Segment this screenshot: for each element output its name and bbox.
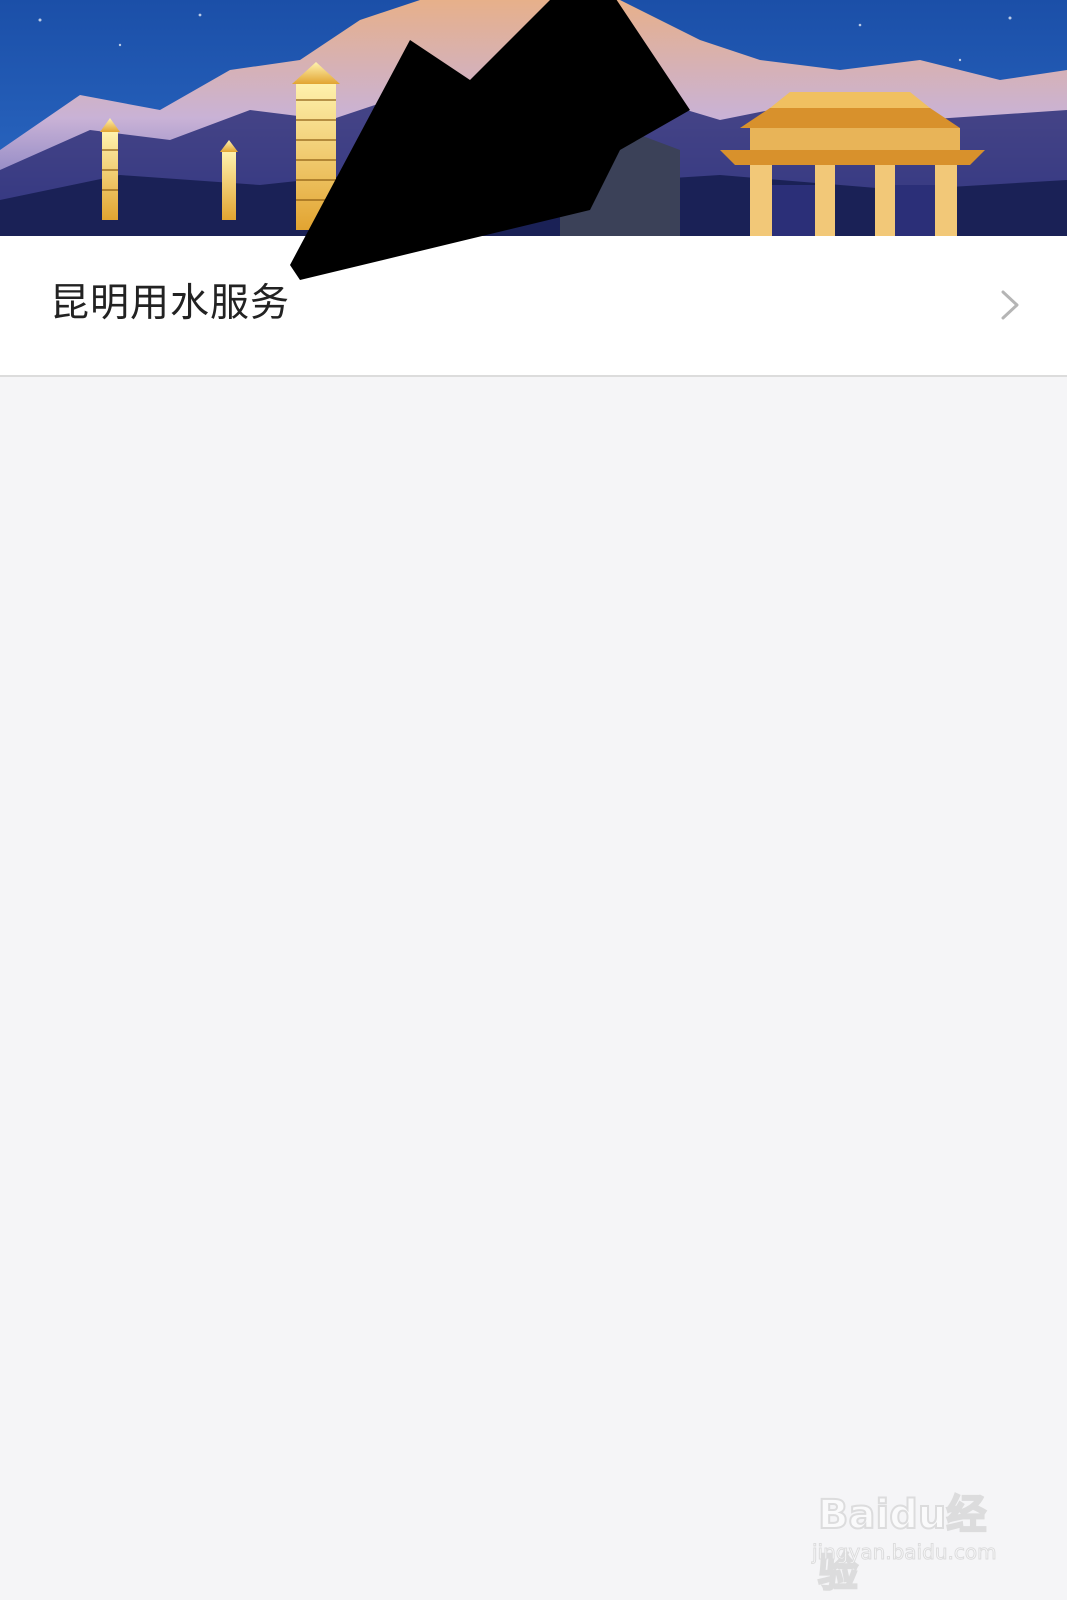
baidu-jingyan-watermark: Baidu经验 jingyan.baidu.com [812, 1472, 1012, 1597]
watermark-url: jingyan.baidu.com [812, 1540, 998, 1565]
chevron-right-icon [1001, 290, 1019, 320]
watermark-brand-mid: du [888, 1491, 947, 1539]
service-item-label: 昆明用水服务 [50, 281, 291, 326]
banner-image [0, 0, 1067, 236]
watermark-brand-latin: Bai [817, 1491, 890, 1539]
banner-illustration [0, 0, 1067, 236]
kunming-water-service-item[interactable]: 昆明用水服务 [0, 236, 1067, 377]
